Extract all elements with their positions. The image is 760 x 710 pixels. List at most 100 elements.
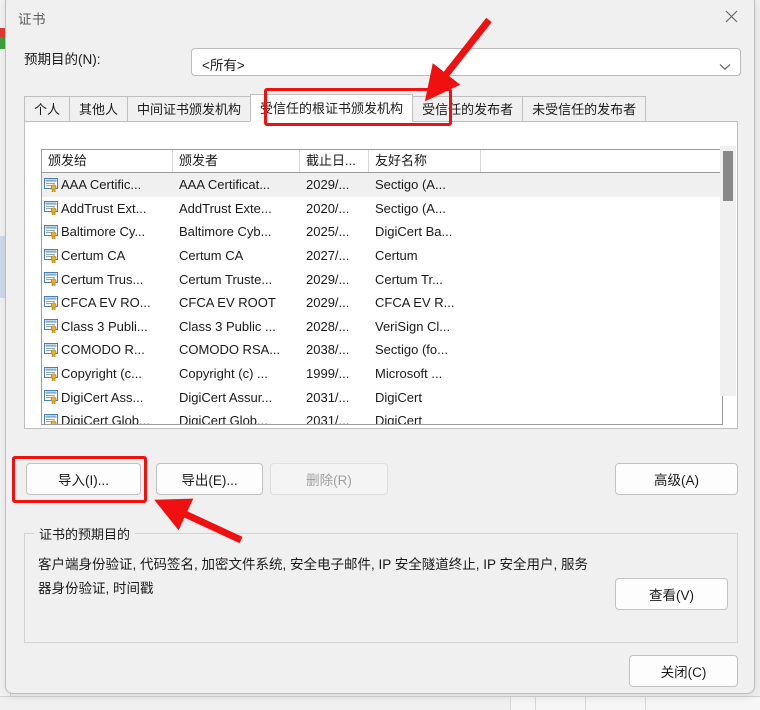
certificate-icon (44, 390, 58, 405)
intended-purpose-select[interactable]: <所有> (191, 48, 741, 76)
import-button[interactable]: 导入(I)... (26, 463, 141, 495)
column-header-3[interactable]: 友好名称 (369, 150, 481, 172)
tab-2[interactable]: 中间证书颁发机构 (127, 96, 252, 122)
cell-issued_by: CFCA EV ROOT (179, 295, 276, 311)
certificate-list-body: AAA Certific... AAA Certificat... 2029/...… (42, 173, 722, 425)
cell-issued_by: Baltimore Cyb... (179, 224, 272, 240)
cell-friendly: Sectigo (A... (375, 200, 446, 216)
tab-3[interactable]: 受信任的根证书颁发机构 (250, 94, 414, 122)
certificates-dialog: 证书 预期目的(N): <所有> 个人 其他人 中间证书颁发机构 受信任的根证书颁发机… (5, 0, 755, 694)
export-button[interactable]: 导出(E)... (156, 463, 263, 495)
cell-friendly: VeriSign Cl... (375, 318, 451, 334)
cell-friendly: Certum Tr... (375, 271, 443, 287)
cell-expires: 2038/... (306, 342, 350, 358)
cell-expires: 2029/... (306, 295, 350, 311)
table-row[interactable]: COMODO R... COMODO RSA... 2038/... Sectigo … (42, 338, 722, 362)
cell-expires: 2028/... (306, 318, 350, 334)
table-row[interactable]: Baltimore Cy... Baltimore Cyb... 2025/... D… (42, 220, 722, 244)
cell-issued_by: AddTrust Exte... (179, 200, 272, 216)
cell-issued_by: DigiCert Glob... (179, 413, 268, 425)
cell-text: DigiCert Glob... (61, 413, 150, 425)
table-row[interactable]: AAA Certific... AAA Certificat... 2029/...… (42, 173, 722, 197)
cell-issued_by: Class 3 Public ... (179, 318, 276, 334)
remove-button: 删除(R) (270, 463, 388, 495)
table-row[interactable]: CFCA EV RO... CFCA EV ROOT 2029/... CFCA EV… (42, 291, 722, 315)
table-row[interactable]: DigiCert Ass... DigiCert Assur... 2031/...… (42, 385, 722, 409)
cell-text: DigiCert Ass... (61, 389, 144, 405)
certificate-icon (44, 248, 58, 263)
table-row[interactable]: DigiCert Glob... DigiCert Glob... 2031/...… (42, 409, 722, 425)
cell-issued_to: Copyright (c... (42, 362, 173, 385)
certificate-list-panel: 颁发给 颁发者 截止日... 友好名称 AAA Certific... AAA Cert… (24, 121, 738, 429)
background-window-bottom-bar (510, 697, 760, 710)
cell-text: Baltimore Cy... (61, 224, 146, 240)
certificate-list-header: 颁发给 颁发者 截止日... 友好名称 (42, 150, 722, 173)
cell-text: COMODO R... (61, 342, 145, 358)
column-header-1[interactable]: 颁发者 (173, 150, 300, 172)
certificate-icon (44, 224, 58, 239)
certificate-icon (44, 272, 58, 287)
view-button[interactable]: 查看(V) (615, 578, 728, 610)
cell-issued_to: Certum CA (42, 244, 173, 267)
cell-expires: 2025/... (306, 224, 350, 240)
cell-issued_to: COMODO R... (42, 338, 173, 361)
certificate-icon (44, 295, 58, 310)
cell-issued_to: CFCA EV RO... (42, 291, 173, 314)
table-row[interactable]: Certum Trus... Certum Truste... 2029/... Ce… (42, 267, 722, 291)
intended-purpose-value: <所有> (202, 58, 245, 73)
column-header-0[interactable]: 颁发给 (42, 150, 173, 172)
cell-text: Certum Trus... (61, 271, 144, 287)
cell-text: AddTrust Ext... (61, 200, 147, 216)
cell-text: Copyright (c... (61, 366, 142, 382)
scrollbar-thumb[interactable] (723, 151, 733, 201)
background-separator (535, 697, 536, 710)
tab-0[interactable]: 个人 (24, 96, 71, 122)
cell-issued_by: DigiCert Assur... (179, 389, 273, 405)
cell-friendly: CFCA EV R... (375, 295, 455, 311)
column-header-filler (481, 150, 722, 172)
dialog-title-bar: 证书 (6, 0, 754, 34)
column-header-2[interactable]: 截止日... (300, 150, 369, 172)
vertical-scrollbar[interactable] (720, 146, 736, 396)
chevron-down-icon (719, 58, 731, 76)
cell-issued_by: Copyright (c) ... (179, 366, 268, 382)
tab-1[interactable]: 其他人 (69, 96, 129, 122)
tab-5[interactable]: 未受信任的发布者 (522, 96, 647, 122)
advanced-button[interactable]: 高级(A) (615, 463, 738, 495)
cell-expires: 2020/... (306, 200, 350, 216)
cell-issued_to: Class 3 Publi... (42, 315, 173, 338)
cell-issued_to: Certum Trus... (42, 268, 173, 291)
certificate-list: 颁发给 颁发者 截止日... 友好名称 AAA Certific... AAA Cert… (41, 149, 723, 425)
certificate-icon (44, 201, 58, 216)
close-icon[interactable] (708, 0, 754, 32)
cell-issued_to: AAA Certific... (42, 173, 173, 196)
cell-issued_to: AddTrust Ext... (42, 197, 173, 220)
table-row[interactable]: Copyright (c... Copyright (c) ... 1999/...… (42, 362, 722, 386)
cell-issued_by: Certum CA (179, 248, 244, 264)
certificate-icon (44, 319, 58, 334)
cell-friendly: DigiCert Ba... (375, 224, 453, 240)
certificate-icon (44, 177, 58, 192)
table-row[interactable]: AddTrust Ext... AddTrust Exte... 2020/... S… (42, 197, 722, 221)
table-row[interactable]: Certum CA Certum CA 2027/... Certum (42, 244, 722, 268)
background-separator (585, 697, 586, 710)
table-row[interactable]: Class 3 Publi... Class 3 Public ... 2028/.… (42, 315, 722, 339)
cell-text: Class 3 Publi... (61, 318, 148, 334)
cell-issued_by: Certum Truste... (179, 271, 273, 287)
cell-friendly: DigiCert (375, 413, 422, 425)
intended-purpose-label: 预期目的(N): (24, 52, 101, 67)
tab-4[interactable]: 受信任的发布者 (412, 96, 524, 122)
certificate-icon (44, 366, 58, 381)
certificate-icon (44, 342, 58, 357)
cell-issued_by: AAA Certificat... (179, 177, 271, 193)
cell-issued_to: DigiCert Ass... (42, 386, 173, 409)
cell-friendly: Sectigo (fo... (375, 342, 448, 358)
dialog-title: 证书 (18, 12, 46, 27)
cell-expires: 2029/... (306, 177, 350, 193)
close-button[interactable]: 关闭(C) (629, 655, 738, 687)
cell-text: AAA Certific... (61, 177, 142, 193)
cell-expires: 2031/... (306, 413, 350, 425)
cell-friendly: DigiCert (375, 389, 422, 405)
cell-expires: 2027/... (306, 248, 350, 264)
cell-issued_to: DigiCert Glob... (42, 409, 173, 425)
